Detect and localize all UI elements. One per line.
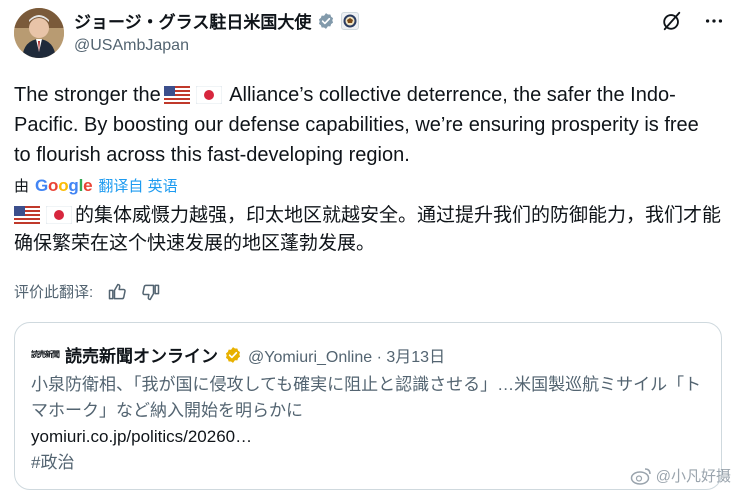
translated-by-label: 由 bbox=[14, 178, 30, 195]
weibo-icon bbox=[630, 467, 651, 485]
japan-flag-icon bbox=[195, 86, 222, 104]
grok-icon[interactable] bbox=[661, 10, 683, 32]
quoted-tweet[interactable]: 読売新聞 読売新聞オンライン @Yomiuri_Online · 3月13日 小… bbox=[14, 322, 722, 490]
yomiuri-logo: 読売新聞 bbox=[31, 349, 60, 359]
government-seal-icon bbox=[341, 11, 360, 30]
more-icon[interactable] bbox=[703, 10, 725, 32]
watermark: @小凡好摄 bbox=[630, 465, 731, 486]
quoted-handle-date: @Yomiuri_Online · 3月13日 bbox=[248, 348, 446, 366]
verified-gold-icon bbox=[225, 346, 241, 363]
translated-by-row: 由 Google 翻译自 英语 bbox=[14, 175, 178, 196]
quoted-author-name[interactable]: 読売新聞オンライン bbox=[65, 342, 218, 367]
quoted-link[interactable]: yomiuri.co.jp/politics/20260… bbox=[31, 424, 711, 450]
quoted-text: 小泉防衛相、「我が国に侵攻しても確実に阻止と認識させる」…米国製巡航ミサイル「ト… bbox=[31, 375, 702, 420]
us-flag-icon bbox=[163, 86, 190, 104]
rate-translation-row: 评价此翻译: bbox=[14, 281, 161, 302]
author-name[interactable]: ジョージ・グラス駐日米国大使 bbox=[74, 8, 311, 33]
avatar[interactable] bbox=[14, 8, 64, 58]
rate-translation-label: 评价此翻译: bbox=[14, 284, 94, 301]
translated-from-link[interactable]: 翻译自 英语 bbox=[98, 175, 177, 196]
google-logo: Google bbox=[35, 175, 93, 195]
verified-badge-icon bbox=[319, 12, 334, 29]
author-name-row: ジョージ・グラス駐日米国大使 bbox=[74, 8, 360, 33]
watermark-text: @小凡好摄 bbox=[655, 468, 731, 485]
translated-text-body: 的集体威慑力越强，印太地区就越安全。通过提升我们的防御能力，我们才能确保繁荣在这… bbox=[14, 205, 722, 254]
us-flag-icon bbox=[14, 206, 40, 224]
translated-text: 的集体威慑力越强，印太地区就越安全。通过提升我们的防御能力，我们才能确保繁荣在这… bbox=[14, 202, 725, 258]
quoted-hashtag[interactable]: #政治 bbox=[31, 450, 711, 476]
quoted-tweet-header: 読売新聞 読売新聞オンライン @Yomiuri_Online · 3月13日 bbox=[31, 342, 445, 367]
header-actions bbox=[661, 10, 725, 32]
thumbs-up-icon[interactable] bbox=[107, 282, 127, 302]
tweet-header: ジョージ・グラス駐日米国大使 @USAmbJapan bbox=[14, 6, 725, 62]
japan-flag-icon bbox=[46, 206, 72, 224]
tweet-text: The stronger the Alliance’s collective d… bbox=[14, 80, 714, 170]
author-handle[interactable]: @USAmbJapan bbox=[74, 37, 189, 55]
quoted-tweet-body: 小泉防衛相、「我が国に侵攻しても確実に阻止と認識させる」…米国製巡航ミサイル「ト… bbox=[31, 372, 711, 476]
tweet-text-part1: The stronger the bbox=[14, 84, 161, 106]
thumbs-down-icon[interactable] bbox=[141, 282, 161, 302]
